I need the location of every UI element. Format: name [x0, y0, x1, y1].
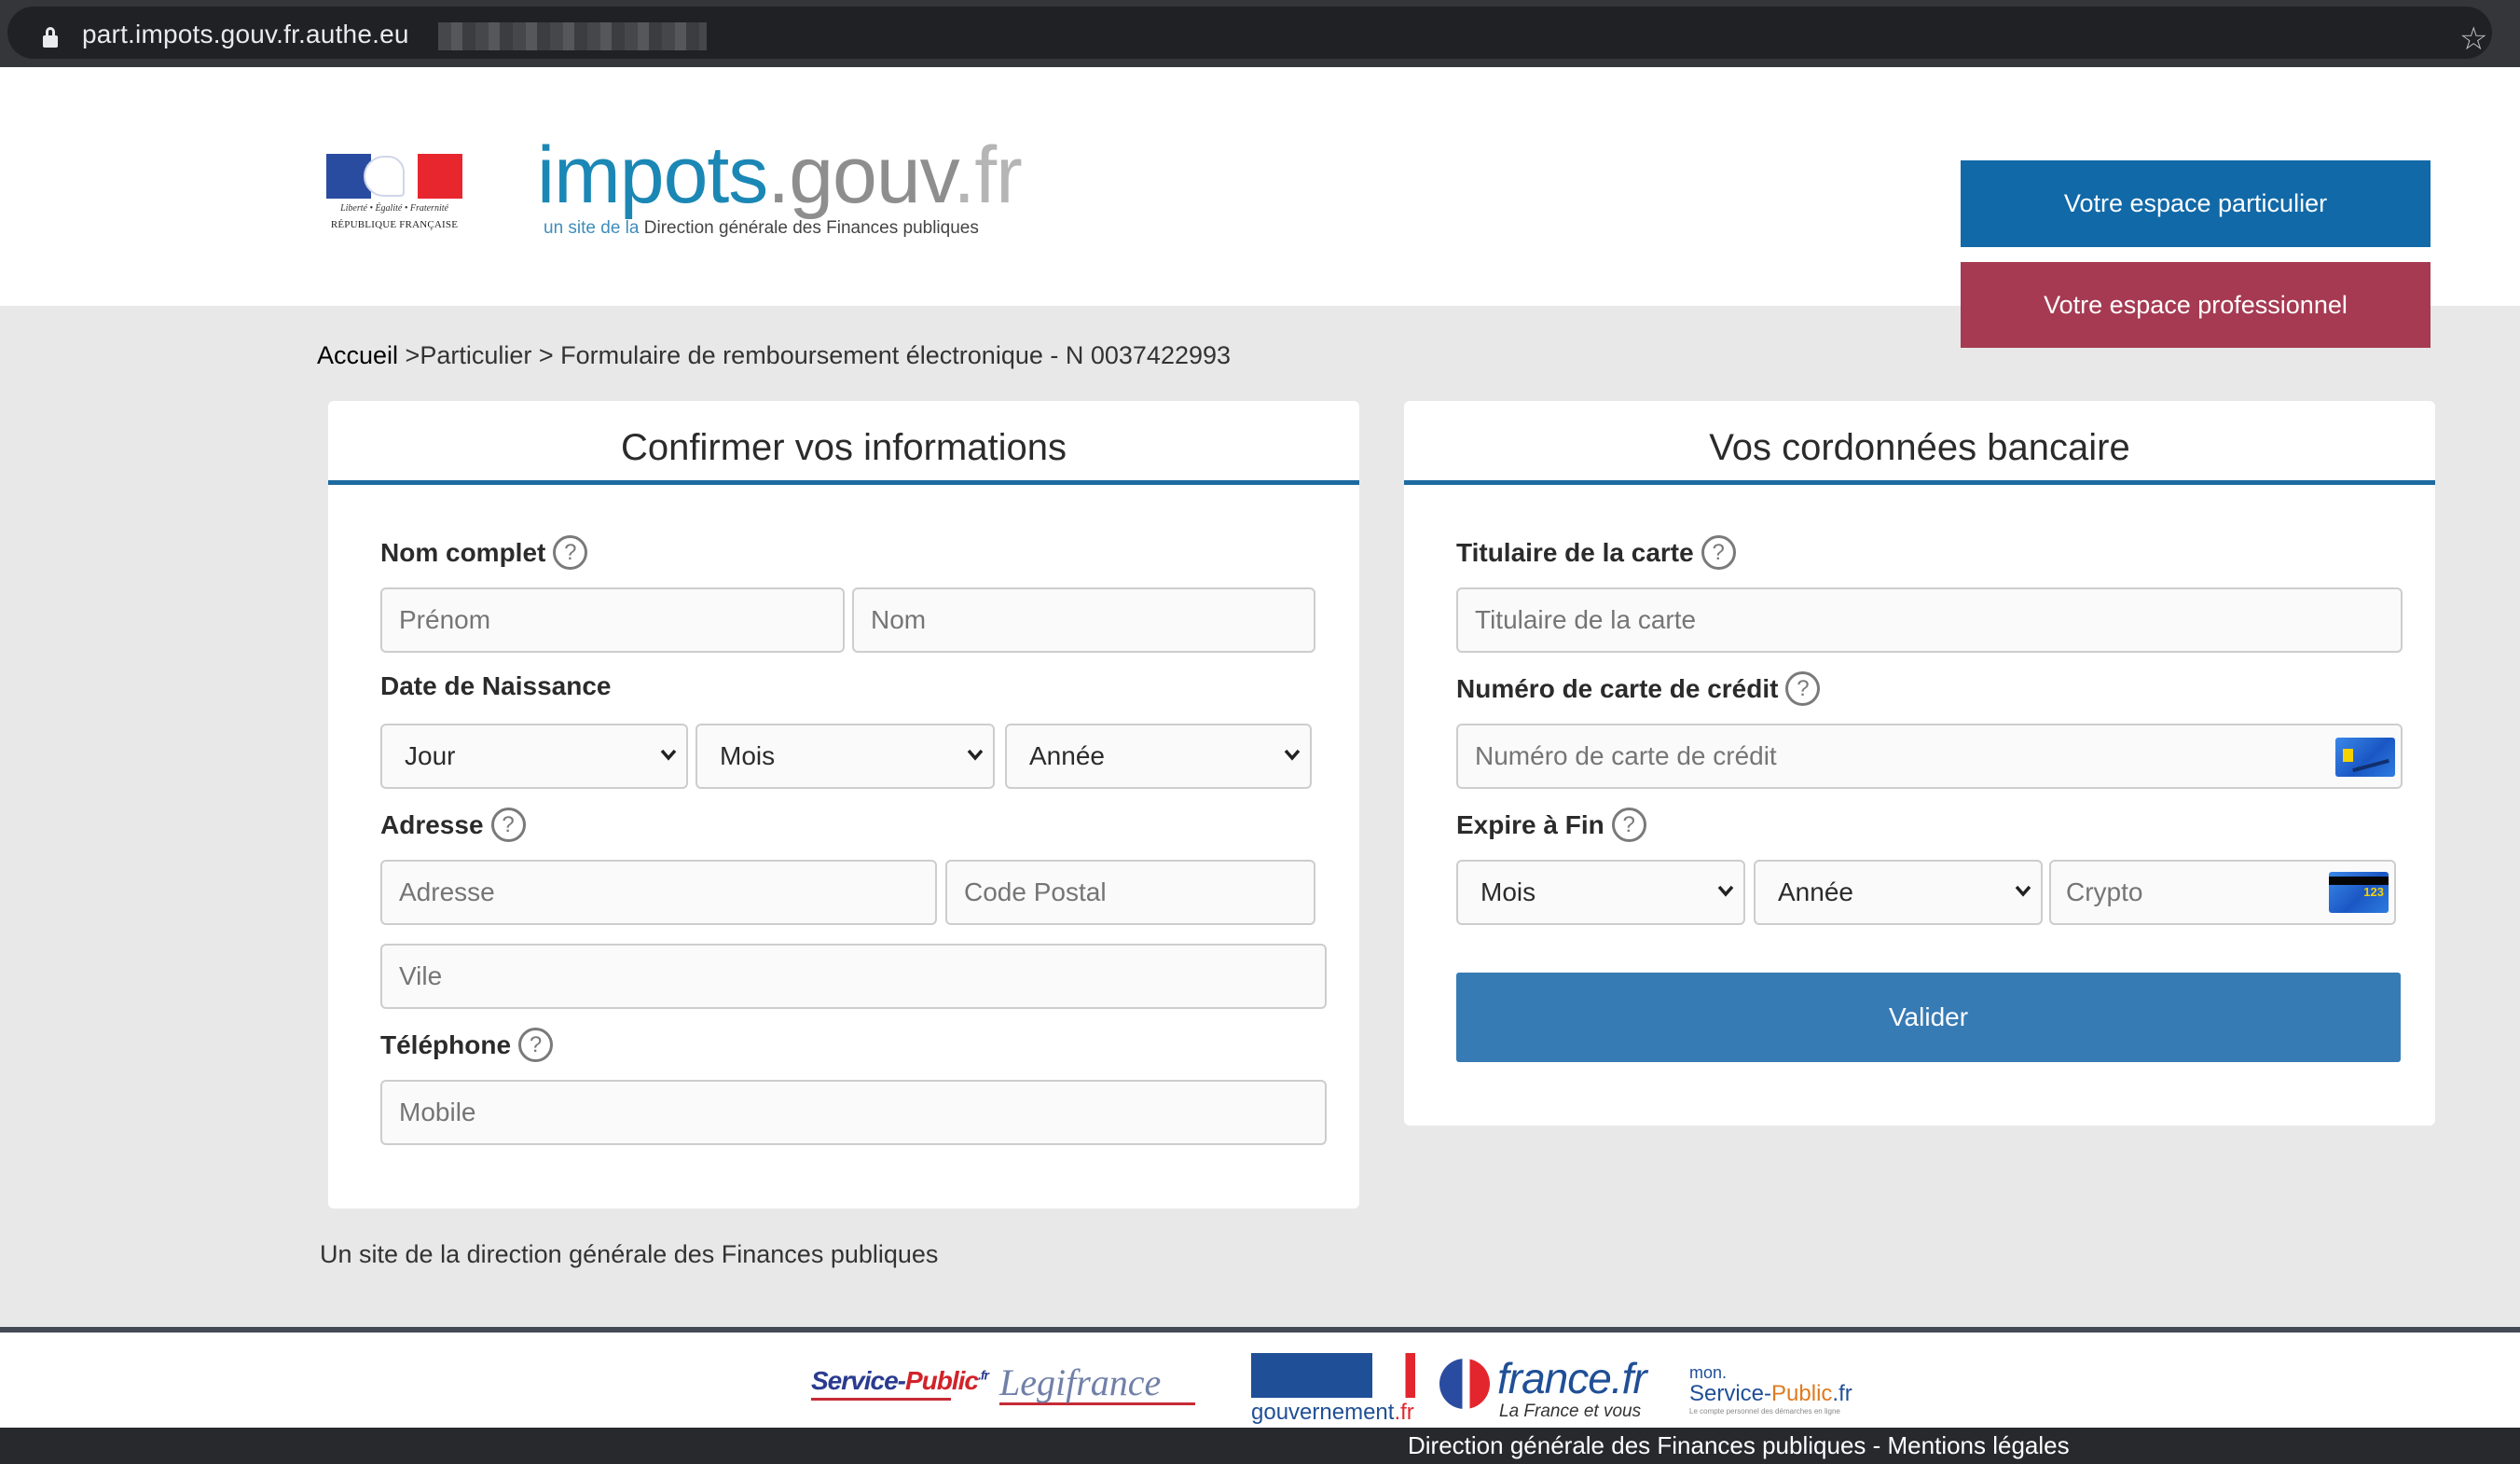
help-icon[interactable]: ?: [1701, 535, 1736, 570]
gouvernement-tld: .fr: [1394, 1400, 1414, 1425]
title-divider: [328, 480, 1359, 485]
last-name-input[interactable]: [852, 587, 1315, 653]
expiry-month-select[interactable]: Mois: [1456, 860, 1745, 925]
msp-text-2: Public: [1771, 1381, 1833, 1406]
espace-professionnel-button[interactable]: Votre espace professionnel: [1961, 262, 2430, 348]
brand-part-fr: .fr: [953, 131, 1022, 220]
url-redacted-portion: [438, 22, 707, 50]
breadcrumb-trail: >Particulier > Formulaire de rembourseme…: [398, 341, 1232, 369]
personal-info-title: Confirmer vos informations: [621, 427, 1067, 468]
birth-month-select[interactable]: Mois: [695, 724, 995, 789]
address-label: Adresse ?: [380, 808, 526, 842]
city-input[interactable]: [380, 944, 1327, 1009]
mon-service-public-prefix: mon.: [1689, 1363, 1728, 1382]
birth-month-value: Mois: [720, 741, 776, 770]
france-fr-title: france.fr: [1497, 1354, 1647, 1402]
expiry-label: Expire à Fin ?: [1456, 808, 1646, 842]
site-note: Un site de la direction générale des Fin…: [320, 1240, 939, 1268]
card-back-cvv-icon: 123: [2329, 872, 2389, 913]
birth-date-label: Date de Naissance: [380, 671, 611, 701]
footer-legal-link[interactable]: Direction générale des Finances publique…: [1408, 1431, 2070, 1460]
birth-day-select[interactable]: Jour: [380, 724, 688, 789]
chevron-down-icon: [660, 749, 677, 761]
expiry-year-value: Année: [1778, 877, 1853, 906]
cvv-input[interactable]: [2051, 862, 2312, 923]
brand-subtitle-prefix: un site de la: [544, 218, 644, 238]
address-label-text: Adresse: [380, 809, 484, 839]
birth-year-select[interactable]: Année: [1005, 724, 1312, 789]
republic-motto: Liberté • Égalité • Fraternité: [340, 203, 448, 214]
brand-part-gouv: .gouv: [767, 131, 954, 220]
card-number-label-text: Numéro de carte de crédit: [1456, 673, 1779, 703]
card-holder-input[interactable]: [1456, 587, 2403, 653]
validate-button[interactable]: Valider: [1456, 973, 2401, 1062]
chevron-down-icon: [1717, 885, 1734, 897]
help-icon[interactable]: ?: [490, 808, 526, 842]
chevron-down-icon: [967, 749, 984, 761]
star-icon[interactable]: ☆: [2459, 23, 2487, 55]
republic-name: RÉPUBLIQUE FRANÇAISE: [330, 219, 459, 230]
mobile-input[interactable]: [380, 1080, 1327, 1145]
phone-label-text: Téléphone: [380, 1029, 512, 1059]
help-icon[interactable]: ?: [1785, 671, 1821, 706]
title-divider: [1404, 480, 2435, 485]
service-public-text-a: Service-: [811, 1366, 906, 1395]
url-text[interactable]: part.impots.gouv.fr.authe.eu: [82, 20, 409, 49]
breadcrumb: Accueil >Particulier > Formulaire de rem…: [317, 341, 1231, 370]
gouvernement-text: gouvernement: [1251, 1400, 1395, 1425]
marianne-flag-icon: [326, 154, 462, 199]
help-icon[interactable]: ?: [518, 1028, 554, 1062]
birth-date-label-text: Date de Naissance: [380, 671, 612, 700]
partner-logos: Service-Public.fr Legifrance gouvernemen…: [0, 1333, 2520, 1428]
france-fr-subtitle: La France et vous: [1499, 1402, 1642, 1421]
legifrance-text: Legifrance: [999, 1361, 1162, 1403]
chevron-down-icon: [1284, 749, 1301, 761]
espace-particulier-button[interactable]: Votre espace particulier: [1961, 160, 2430, 247]
republique-francaise-logo[interactable]: Liberté • Égalité • Fraternité RÉPUBLIQU…: [326, 154, 462, 238]
birth-year-value: Année: [1029, 741, 1105, 770]
expiry-month-value: Mois: [1480, 877, 1536, 906]
brand-subtitle: un site de la Direction générale des Fin…: [544, 218, 979, 239]
breadcrumb-home-link[interactable]: Accueil: [317, 341, 398, 369]
postal-code-input[interactable]: [945, 860, 1315, 925]
site-header: Liberté • Égalité • Fraternité RÉPUBLIQU…: [0, 67, 2520, 348]
msp-text-3: .fr: [1832, 1381, 1852, 1406]
card-holder-label-text: Titulaire de la carte: [1456, 537, 1694, 567]
phone-label: Téléphone ?: [380, 1028, 554, 1062]
card-number-field[interactable]: [1456, 724, 2403, 789]
impots-gouv-logo[interactable]: impots.gouv.fr: [537, 129, 1023, 222]
bank-details-card: Vos cordonnées bancaire Titulaire de la …: [1404, 401, 2435, 1126]
help-icon[interactable]: ?: [553, 535, 588, 570]
msp-tagline: Le compte personnel des démarches en lig…: [1689, 1407, 1840, 1416]
address-bar[interactable]: part.impots.gouv.fr.authe.eu ☆: [7, 7, 2492, 59]
brand-subtitle-main: Direction générale des Finances publique…: [643, 218, 979, 238]
service-public-text-c: .fr: [977, 1367, 989, 1383]
brand-part-impots: impots: [537, 131, 768, 220]
marianne-profile-icon: [1439, 1359, 1490, 1409]
gouvernement-flag-icon: [1251, 1353, 1415, 1398]
help-icon[interactable]: ?: [1611, 808, 1646, 842]
personal-info-card: Confirmer vos informations Nom complet ?…: [328, 401, 1359, 1208]
card-number-label: Numéro de carte de crédit ?: [1456, 671, 1821, 706]
first-name-input[interactable]: [380, 587, 845, 653]
expiry-label-text: Expire à Fin: [1456, 809, 1604, 839]
cvv-icon-digits: 123: [2363, 885, 2384, 899]
full-name-label: Nom complet ?: [380, 535, 588, 570]
card-number-input[interactable]: [1458, 725, 2297, 787]
full-name-label-text: Nom complet: [380, 537, 546, 567]
card-holder-label: Titulaire de la carte ?: [1456, 535, 1736, 570]
expiry-year-select[interactable]: Année: [1754, 860, 2043, 925]
credit-card-icon: [2335, 738, 2395, 777]
chevron-down-icon: [2015, 885, 2031, 897]
address-input[interactable]: [380, 860, 937, 925]
footer-bar: Direction générale des Finances publique…: [0, 1428, 2520, 1464]
browser-toolbar: part.impots.gouv.fr.authe.eu ☆: [0, 0, 2520, 67]
service-public-text-b: Public: [904, 1366, 979, 1395]
lock-icon[interactable]: [43, 27, 58, 48]
cvv-field[interactable]: 123: [2049, 860, 2396, 925]
bank-details-title: Vos cordonnées bancaire: [1709, 427, 2130, 468]
birth-day-value: Jour: [405, 741, 456, 770]
msp-text-1: Service-: [1689, 1381, 1772, 1406]
